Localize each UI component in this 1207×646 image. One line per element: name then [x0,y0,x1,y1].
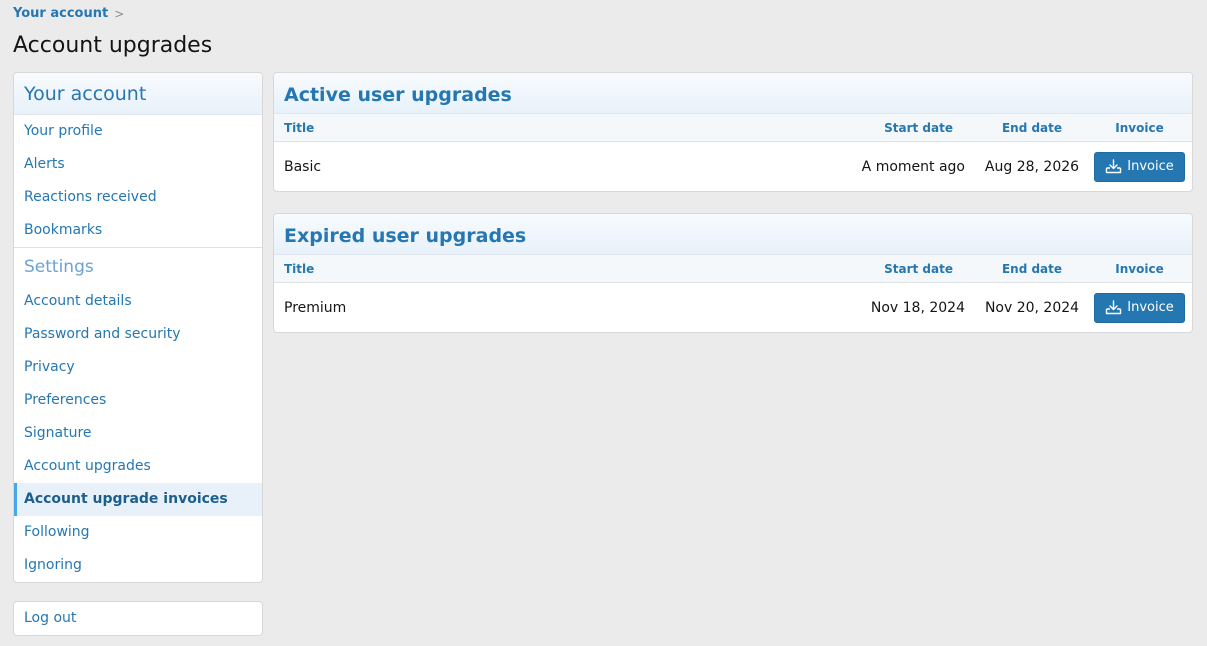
table-header: Title Start date End date Invoice [274,255,1192,283]
column-invoice: Invoice [1115,261,1164,276]
sidebar-item-signature[interactable]: Signature [14,417,262,450]
column-invoice: Invoice [1115,120,1164,135]
upgrade-end-date: Nov 20, 2024 [984,299,1080,316]
invoice-cell: Invoice [1087,292,1192,323]
upgrade-start-date: A moment ago [861,158,965,175]
column-start-date: Start date [884,261,953,276]
sidebar-item-account-upgrade-invoices[interactable]: Account upgrade invoices [14,483,262,516]
column-title: Title [284,261,315,276]
download-icon [1106,159,1122,174]
account-sidebar: Your account Your profile Alerts Reactio… [13,72,263,583]
upgrade-title: Basic [284,158,322,175]
expired-upgrades-title: Expired user upgrades [274,214,1192,255]
sidebar-item-following[interactable]: Following [14,516,262,549]
column-title: Title [284,120,315,135]
sidebar-item-reactions-received[interactable]: Reactions received [14,181,262,214]
sidebar-item-account-details[interactable]: Account details [14,285,262,318]
table-row: Basic A moment ago Aug 28, 2026 Invoice [274,142,1192,191]
invoice-button-label: Invoice [1127,159,1174,174]
sidebar-section-settings: Settings [14,247,262,285]
upgrade-end-date: Aug 28, 2026 [984,158,1080,175]
active-upgrades-block: Active user upgrades Title Start date En… [273,72,1193,192]
sidebar-item-ignoring[interactable]: Ignoring [14,549,262,582]
breadcrumb-your-account[interactable]: Your account [13,6,108,21]
column-end-date: End date [1001,120,1063,135]
invoice-cell: Invoice [1087,151,1192,182]
page-title: Account upgrades [13,33,213,58]
sidebar-item-password-security[interactable]: Password and security [14,318,262,351]
sidebar-item-bookmarks[interactable]: Bookmarks [14,214,262,247]
sidebar-item-privacy[interactable]: Privacy [14,351,262,384]
column-start-date: Start date [884,120,953,135]
upgrade-title: Premium [284,299,347,316]
sidebar-item-account-upgrades[interactable]: Account upgrades [14,450,262,483]
logout-link[interactable]: Log out [14,602,262,635]
table-row: Premium Nov 18, 2024 Nov 20, 2024 Invoic… [274,283,1192,332]
column-end-date: End date [1001,261,1063,276]
active-upgrades-title: Active user upgrades [274,73,1192,114]
invoice-button[interactable]: Invoice [1094,292,1185,323]
expired-upgrades-block: Expired user upgrades Title Start date E… [273,213,1193,333]
sidebar-header: Your account [14,73,262,115]
upgrade-start-date: Nov 18, 2024 [870,299,965,316]
breadcrumb-separator: > [114,6,125,21]
logout-box: Log out [13,601,263,636]
breadcrumb: Your account > [13,6,124,21]
invoice-button-label: Invoice [1127,300,1174,315]
sidebar-item-preferences[interactable]: Preferences [14,384,262,417]
table-header: Title Start date End date Invoice [274,114,1192,142]
sidebar-item-your-profile[interactable]: Your profile [14,115,262,148]
download-icon [1106,300,1122,315]
invoice-button[interactable]: Invoice [1094,151,1185,182]
sidebar-item-alerts[interactable]: Alerts [14,148,262,181]
